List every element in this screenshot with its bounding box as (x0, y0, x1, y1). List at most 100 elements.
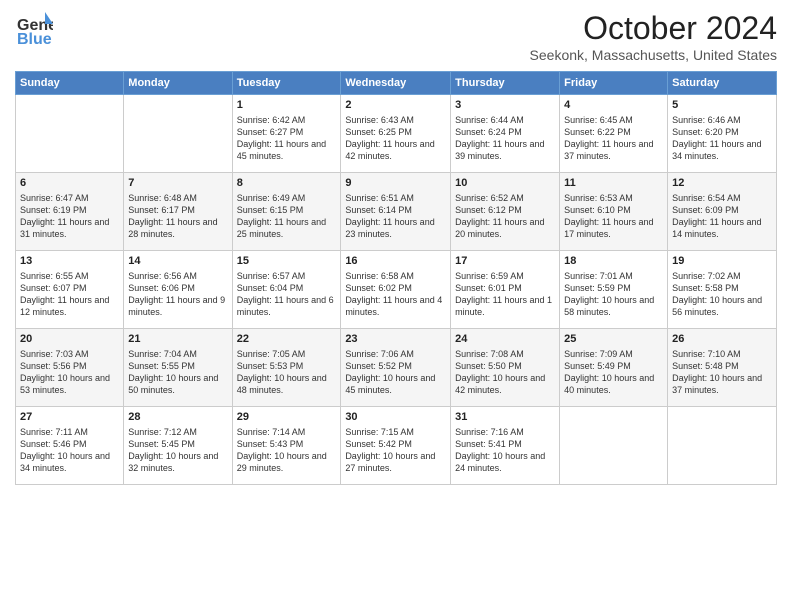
day-info: Sunrise: 7:03 AM Sunset: 5:56 PM Dayligh… (20, 348, 119, 397)
calendar-cell: 14Sunrise: 6:56 AM Sunset: 6:06 PM Dayli… (124, 251, 232, 329)
day-number: 22 (237, 332, 337, 347)
calendar-week-3: 13Sunrise: 6:55 AM Sunset: 6:07 PM Dayli… (16, 251, 777, 329)
calendar-cell (668, 407, 777, 485)
day-info: Sunrise: 6:45 AM Sunset: 6:22 PM Dayligh… (564, 114, 663, 163)
day-info: Sunrise: 7:16 AM Sunset: 5:41 PM Dayligh… (455, 426, 555, 475)
day-number: 12 (672, 176, 772, 191)
logo-icon: General Blue (15, 10, 53, 48)
day-number: 5 (672, 98, 772, 113)
day-number: 3 (455, 98, 555, 113)
location-title: Seekonk, Massachusetts, United States (530, 47, 777, 63)
day-info: Sunrise: 6:47 AM Sunset: 6:19 PM Dayligh… (20, 192, 119, 241)
calendar-cell: 21Sunrise: 7:04 AM Sunset: 5:55 PM Dayli… (124, 329, 232, 407)
day-number: 27 (20, 410, 119, 425)
logo: General Blue (15, 10, 57, 48)
day-number: 10 (455, 176, 555, 191)
calendar-cell: 18Sunrise: 7:01 AM Sunset: 5:59 PM Dayli… (560, 251, 668, 329)
day-info: Sunrise: 7:01 AM Sunset: 5:59 PM Dayligh… (564, 270, 663, 319)
day-info: Sunrise: 6:53 AM Sunset: 6:10 PM Dayligh… (564, 192, 663, 241)
day-info: Sunrise: 7:02 AM Sunset: 5:58 PM Dayligh… (672, 270, 772, 319)
calendar-cell: 9Sunrise: 6:51 AM Sunset: 6:14 PM Daylig… (341, 173, 451, 251)
col-thursday: Thursday (451, 72, 560, 95)
day-info: Sunrise: 7:11 AM Sunset: 5:46 PM Dayligh… (20, 426, 119, 475)
day-number: 16 (345, 254, 446, 269)
calendar-cell: 25Sunrise: 7:09 AM Sunset: 5:49 PM Dayli… (560, 329, 668, 407)
day-info: Sunrise: 6:44 AM Sunset: 6:24 PM Dayligh… (455, 114, 555, 163)
day-info: Sunrise: 6:55 AM Sunset: 6:07 PM Dayligh… (20, 270, 119, 319)
day-info: Sunrise: 7:06 AM Sunset: 5:52 PM Dayligh… (345, 348, 446, 397)
day-number: 29 (237, 410, 337, 425)
col-tuesday: Tuesday (232, 72, 341, 95)
day-number: 4 (564, 98, 663, 113)
day-number: 24 (455, 332, 555, 347)
day-number: 26 (672, 332, 772, 347)
day-info: Sunrise: 6:48 AM Sunset: 6:17 PM Dayligh… (128, 192, 227, 241)
day-number: 2 (345, 98, 446, 113)
day-number: 13 (20, 254, 119, 269)
calendar-table: Sunday Monday Tuesday Wednesday Thursday… (15, 71, 777, 485)
calendar-cell: 1Sunrise: 6:42 AM Sunset: 6:27 PM Daylig… (232, 95, 341, 173)
day-info: Sunrise: 6:56 AM Sunset: 6:06 PM Dayligh… (128, 270, 227, 319)
calendar-cell: 5Sunrise: 6:46 AM Sunset: 6:20 PM Daylig… (668, 95, 777, 173)
day-info: Sunrise: 7:14 AM Sunset: 5:43 PM Dayligh… (237, 426, 337, 475)
day-number: 17 (455, 254, 555, 269)
calendar-body: 1Sunrise: 6:42 AM Sunset: 6:27 PM Daylig… (16, 95, 777, 485)
col-wednesday: Wednesday (341, 72, 451, 95)
calendar-cell: 7Sunrise: 6:48 AM Sunset: 6:17 PM Daylig… (124, 173, 232, 251)
day-info: Sunrise: 7:15 AM Sunset: 5:42 PM Dayligh… (345, 426, 446, 475)
day-number: 30 (345, 410, 446, 425)
calendar-cell: 17Sunrise: 6:59 AM Sunset: 6:01 PM Dayli… (451, 251, 560, 329)
calendar-cell (560, 407, 668, 485)
day-number: 18 (564, 254, 663, 269)
calendar-cell: 12Sunrise: 6:54 AM Sunset: 6:09 PM Dayli… (668, 173, 777, 251)
day-info: Sunrise: 6:54 AM Sunset: 6:09 PM Dayligh… (672, 192, 772, 241)
calendar-cell: 13Sunrise: 6:55 AM Sunset: 6:07 PM Dayli… (16, 251, 124, 329)
calendar-week-5: 27Sunrise: 7:11 AM Sunset: 5:46 PM Dayli… (16, 407, 777, 485)
calendar-cell: 11Sunrise: 6:53 AM Sunset: 6:10 PM Dayli… (560, 173, 668, 251)
header-row: Sunday Monday Tuesday Wednesday Thursday… (16, 72, 777, 95)
calendar-cell: 29Sunrise: 7:14 AM Sunset: 5:43 PM Dayli… (232, 407, 341, 485)
calendar-week-1: 1Sunrise: 6:42 AM Sunset: 6:27 PM Daylig… (16, 95, 777, 173)
day-info: Sunrise: 6:49 AM Sunset: 6:15 PM Dayligh… (237, 192, 337, 241)
day-info: Sunrise: 7:04 AM Sunset: 5:55 PM Dayligh… (128, 348, 227, 397)
day-info: Sunrise: 6:46 AM Sunset: 6:20 PM Dayligh… (672, 114, 772, 163)
col-saturday: Saturday (668, 72, 777, 95)
day-info: Sunrise: 6:42 AM Sunset: 6:27 PM Dayligh… (237, 114, 337, 163)
day-number: 28 (128, 410, 227, 425)
calendar-cell (124, 95, 232, 173)
svg-text:Blue: Blue (17, 31, 52, 48)
calendar-cell: 15Sunrise: 6:57 AM Sunset: 6:04 PM Dayli… (232, 251, 341, 329)
calendar-cell: 30Sunrise: 7:15 AM Sunset: 5:42 PM Dayli… (341, 407, 451, 485)
page: General Blue October 2024 Seekonk, Massa… (0, 0, 792, 612)
calendar-cell: 20Sunrise: 7:03 AM Sunset: 5:56 PM Dayli… (16, 329, 124, 407)
day-number: 7 (128, 176, 227, 191)
day-info: Sunrise: 7:09 AM Sunset: 5:49 PM Dayligh… (564, 348, 663, 397)
calendar-cell: 8Sunrise: 6:49 AM Sunset: 6:15 PM Daylig… (232, 173, 341, 251)
calendar-cell: 2Sunrise: 6:43 AM Sunset: 6:25 PM Daylig… (341, 95, 451, 173)
col-friday: Friday (560, 72, 668, 95)
calendar-cell: 10Sunrise: 6:52 AM Sunset: 6:12 PM Dayli… (451, 173, 560, 251)
calendar-cell: 24Sunrise: 7:08 AM Sunset: 5:50 PM Dayli… (451, 329, 560, 407)
calendar-week-4: 20Sunrise: 7:03 AM Sunset: 5:56 PM Dayli… (16, 329, 777, 407)
col-monday: Monday (124, 72, 232, 95)
day-number: 15 (237, 254, 337, 269)
calendar-cell: 19Sunrise: 7:02 AM Sunset: 5:58 PM Dayli… (668, 251, 777, 329)
day-info: Sunrise: 7:05 AM Sunset: 5:53 PM Dayligh… (237, 348, 337, 397)
calendar-cell: 23Sunrise: 7:06 AM Sunset: 5:52 PM Dayli… (341, 329, 451, 407)
day-info: Sunrise: 7:12 AM Sunset: 5:45 PM Dayligh… (128, 426, 227, 475)
calendar-cell: 16Sunrise: 6:58 AM Sunset: 6:02 PM Dayli… (341, 251, 451, 329)
day-info: Sunrise: 6:59 AM Sunset: 6:01 PM Dayligh… (455, 270, 555, 319)
day-number: 6 (20, 176, 119, 191)
calendar-cell: 26Sunrise: 7:10 AM Sunset: 5:48 PM Dayli… (668, 329, 777, 407)
day-number: 8 (237, 176, 337, 191)
calendar-cell: 4Sunrise: 6:45 AM Sunset: 6:22 PM Daylig… (560, 95, 668, 173)
calendar-cell: 31Sunrise: 7:16 AM Sunset: 5:41 PM Dayli… (451, 407, 560, 485)
calendar-cell: 3Sunrise: 6:44 AM Sunset: 6:24 PM Daylig… (451, 95, 560, 173)
calendar-cell: 22Sunrise: 7:05 AM Sunset: 5:53 PM Dayli… (232, 329, 341, 407)
day-info: Sunrise: 6:51 AM Sunset: 6:14 PM Dayligh… (345, 192, 446, 241)
day-number: 20 (20, 332, 119, 347)
day-number: 11 (564, 176, 663, 191)
calendar-week-2: 6Sunrise: 6:47 AM Sunset: 6:19 PM Daylig… (16, 173, 777, 251)
day-number: 25 (564, 332, 663, 347)
calendar-cell (16, 95, 124, 173)
